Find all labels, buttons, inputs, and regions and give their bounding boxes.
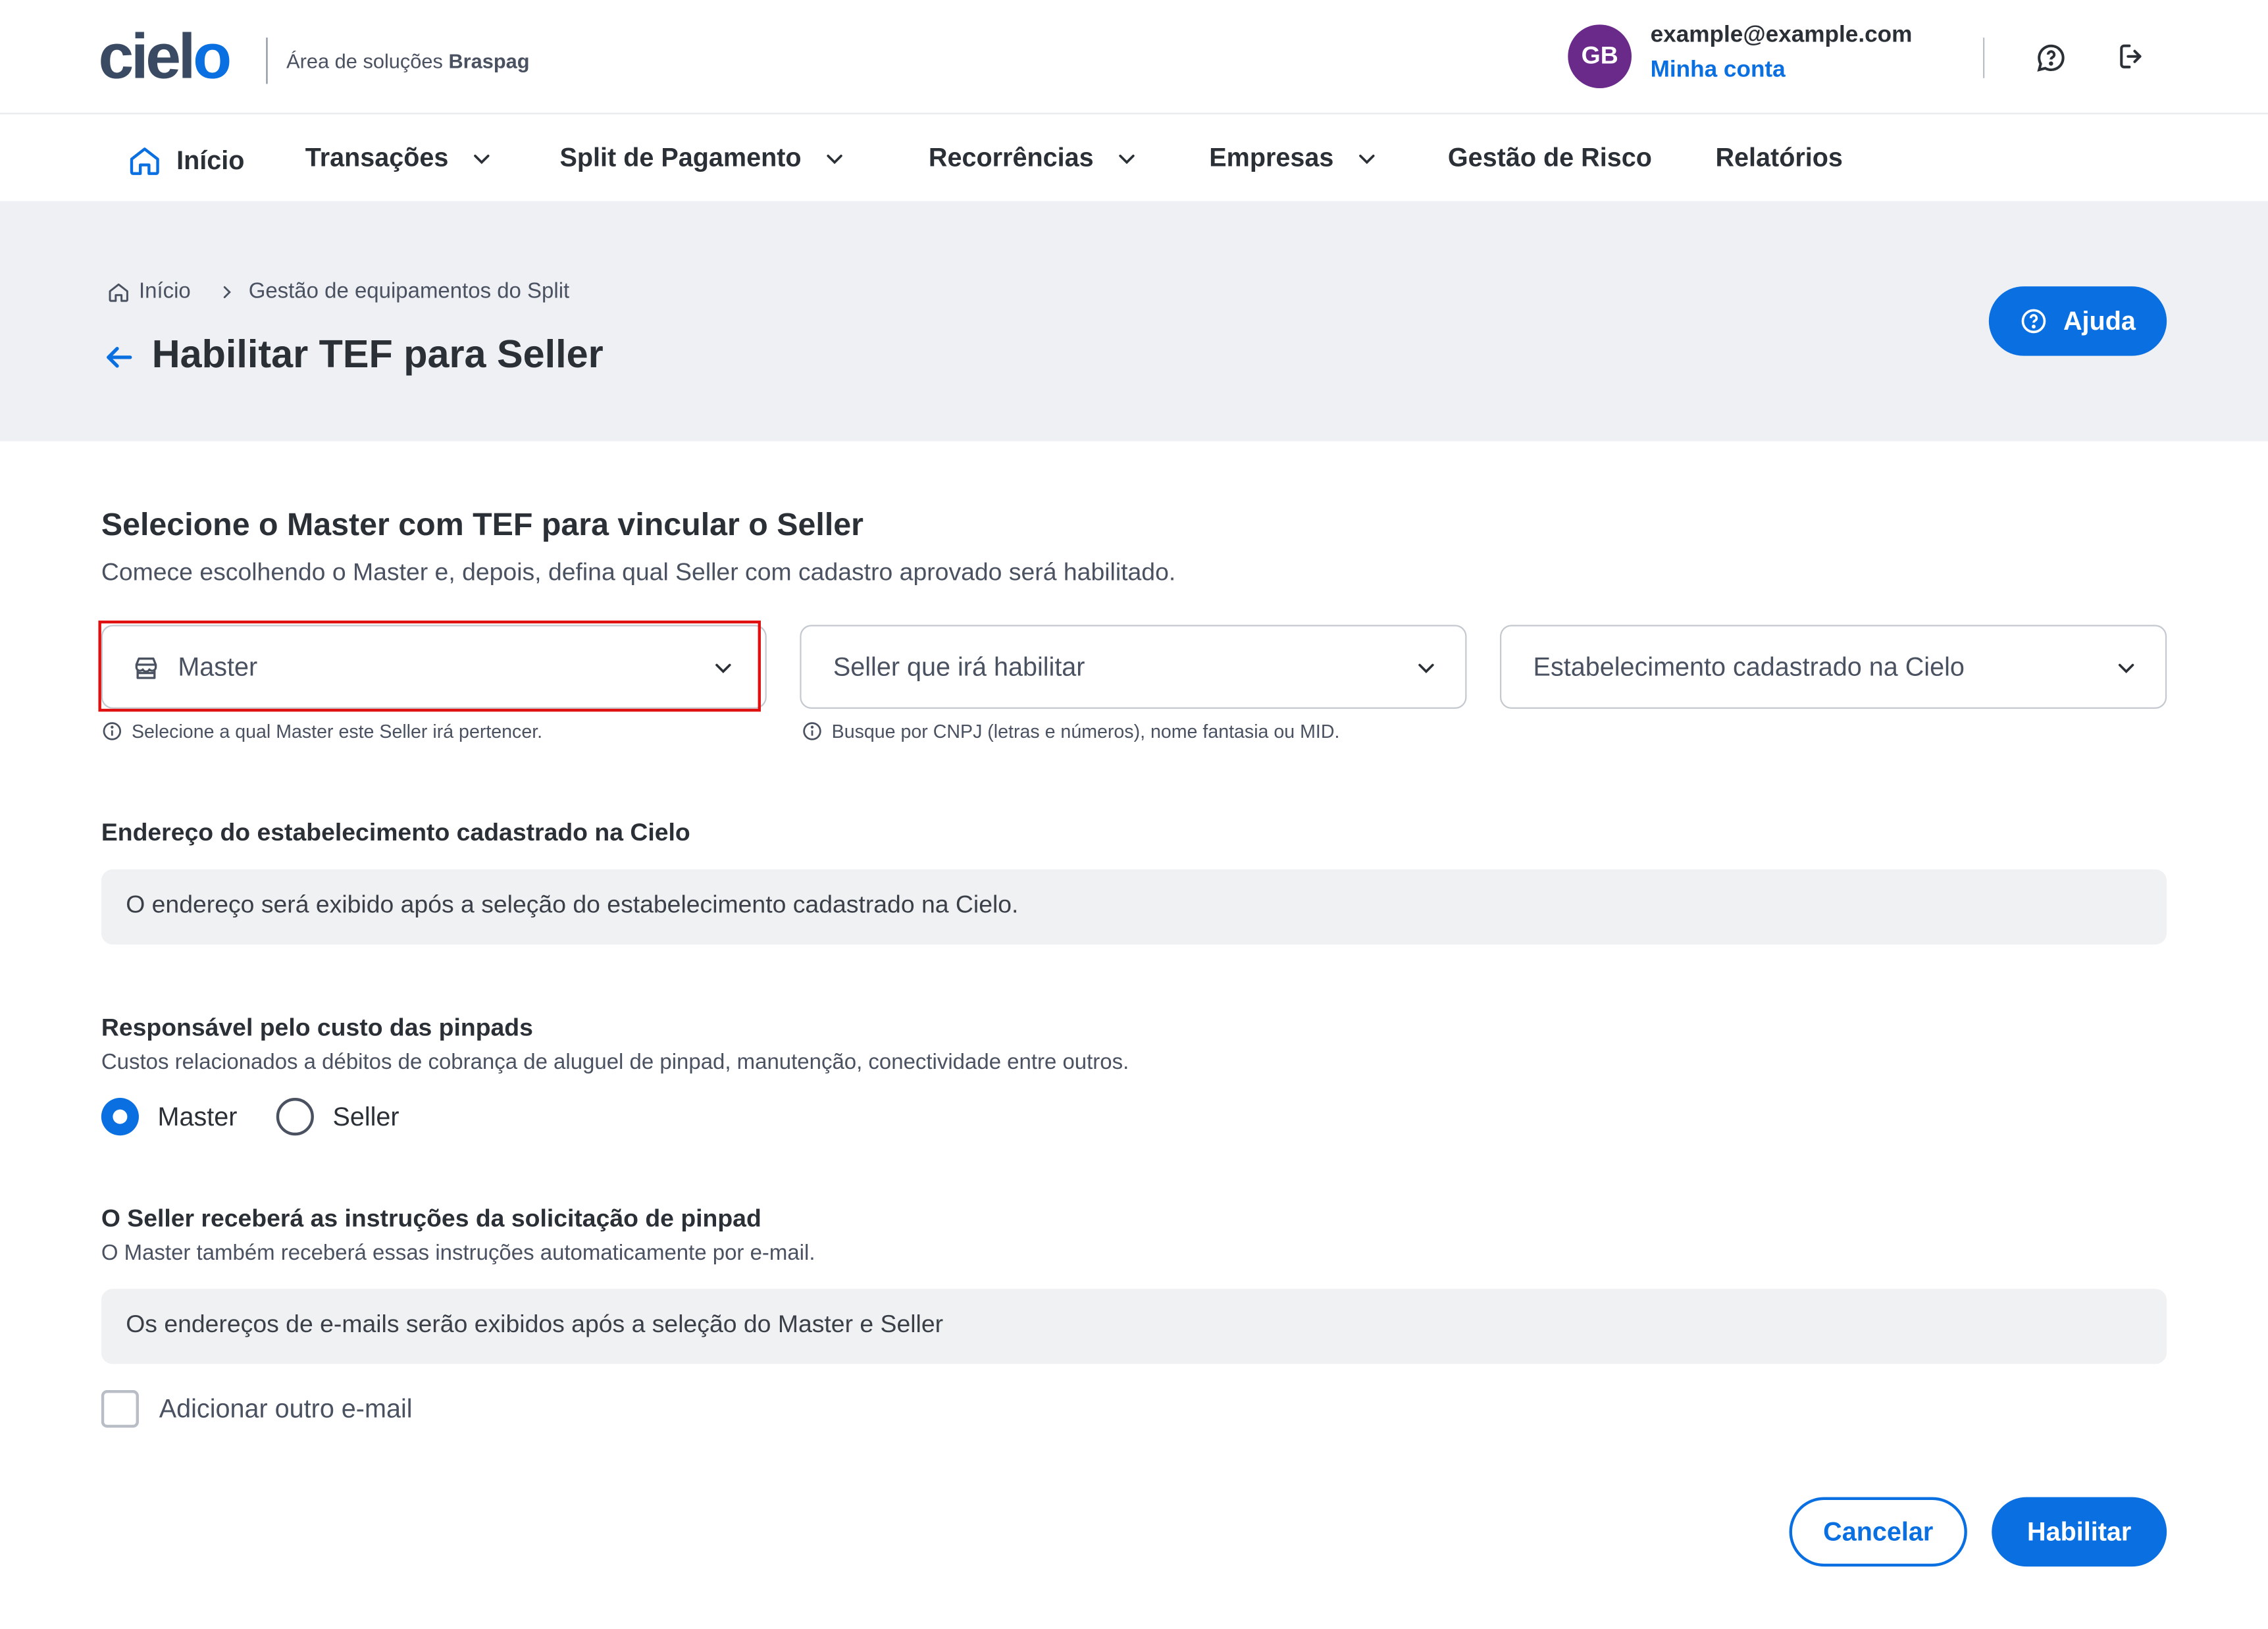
seller-select-placeholder: Seller que irá habilitar [833,652,1085,682]
master-select[interactable]: Master [101,625,767,709]
breadcrumb: Início Gestão de equipamentos do Split [107,279,570,304]
page-title: Habilitar TEF para Seller [151,332,604,376]
add-email-option[interactable]: Adicionar outro e-mail [101,1389,413,1428]
main-nav: Início Transações Split de Pagamento Rec… [0,114,2268,201]
radio-master-indicator[interactable] [101,1098,139,1136]
address-field: O endereço será exibido após a seleção d… [101,869,2167,945]
top-header: cielo Área de soluções Braspag GB exampl… [0,0,2268,115]
add-email-label: Adicionar outro e-mail [159,1393,413,1423]
page: cielo Área de soluções Braspag GB exampl… [0,0,2268,1629]
radio-seller-label: Seller [332,1101,399,1131]
info-icon [103,722,122,740]
area-label: Área de soluções Braspag [286,49,529,72]
nav-label: Split de Pagamento [559,143,802,172]
seller-hint: Busque por CNPJ (letras e números), nome… [802,720,1340,742]
establishment-select[interactable]: Estabelecimento cadastrado na Cielo [1500,625,2167,709]
seller-hint-text: Busque por CNPJ (letras e números), nome… [831,720,1340,742]
master-hint-text: Selecione a qual Master este Seller irá … [131,720,543,742]
chevron-down-icon [715,663,731,673]
section-title: Selecione o Master com TEF para vincular… [101,506,863,543]
area-brand: Braspag [448,49,530,72]
header-divider [1983,38,1985,78]
nav-label: Início [176,145,245,174]
instructions-label: O Seller receberá as instruções da solic… [101,1204,761,1233]
establishment-select-placeholder: Estabelecimento cadastrado na Cielo [1533,652,1965,682]
nav-item-gestao-risco[interactable]: Gestão de Risco [1448,143,1652,174]
master-select-placeholder: Master [178,652,258,682]
area-prefix: Área de soluções [286,49,443,72]
user-email: example@example.com [1650,23,1913,48]
chevron-down-icon [2118,663,2134,673]
back-arrow-icon[interactable] [101,340,136,382]
breadcrumb-home[interactable]: Início [139,279,191,303]
avatar[interactable]: GB [1568,24,1632,89]
home-icon [130,147,159,175]
cancel-button[interactable]: Cancelar [1789,1497,1967,1567]
info-icon [803,722,821,740]
nav-label: Empresas [1209,143,1334,172]
radio-master[interactable]: Master [101,1098,238,1136]
enable-button[interactable]: Habilitar [1992,1497,2167,1567]
breadcrumb-current[interactable]: Gestão de equipamentos do Split [249,279,570,303]
page-header-band [0,201,2268,442]
nav-item-split[interactable]: Split de Pagamento [560,143,848,174]
radio-seller-indicator[interactable] [276,1098,314,1136]
nav-label: Recorrências [928,143,1094,172]
add-email-checkbox[interactable] [101,1389,139,1428]
home-icon [109,282,128,301]
help-button[interactable]: Ajuda [1988,286,2167,356]
section-description: Comece escolhendo o Master e, depois, de… [101,558,1176,586]
nav-item-empresas[interactable]: Empresas [1209,143,1379,174]
nav-label: Gestão de Risco [1447,143,1652,172]
address-label: Endereço do estabelecimento cadastrado n… [101,818,690,846]
logo-divider [266,38,268,84]
chevron-down-icon [474,153,490,164]
store-icon [135,658,157,679]
radio-master-label: Master [157,1101,238,1131]
master-hint: Selecione a qual Master este Seller irá … [101,720,542,742]
emails-field: Os endereços de e-mails serão exibidos a… [101,1289,2167,1364]
cost-label: Responsável pelo custo das pinpads [101,1014,533,1042]
chat-help-icon[interactable] [2031,38,2072,78]
nav-item-inicio[interactable]: Início [127,143,244,178]
question-circle-icon [2022,309,2047,334]
nav-item-transacoes[interactable]: Transações [305,143,495,174]
chevron-down-icon [1418,663,1434,673]
chevron-down-icon [1119,153,1135,164]
my-account-link[interactable]: Minha conta [1651,58,1786,84]
nav-item-relatorios[interactable]: Relatórios [1715,143,1842,174]
instructions-description: O Master também receberá essas instruçõe… [101,1241,815,1266]
chevron-down-icon [1359,153,1375,164]
chevron-right-icon [223,285,231,297]
seller-select[interactable]: Seller que irá habilitar [800,625,1467,709]
radio-seller[interactable]: Seller [276,1098,399,1136]
nav-item-recorrencias[interactable]: Recorrências [929,143,1140,174]
chevron-down-icon [827,153,842,164]
nav-label: Transações [305,143,449,172]
cost-description: Custos relacionados a débitos de cobranç… [101,1050,1129,1075]
nav-label: Relatórios [1715,143,1843,172]
cielo-logo[interactable]: cielo [98,25,232,90]
logout-icon[interactable] [2112,36,2153,77]
help-label: Ajuda [2063,305,2136,335]
